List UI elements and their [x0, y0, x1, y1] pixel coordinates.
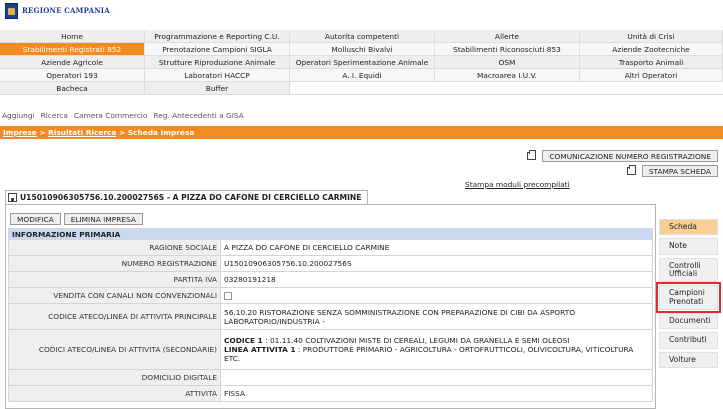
field-label: CODICE ATECO/LINEA DI ATTIVITA PRINCIPAL…	[8, 303, 221, 330]
subnav-ricerca[interactable]: Ricerca	[41, 111, 68, 122]
table-row: DOMICILIO DIGITALE	[8, 369, 653, 386]
menu-row: Aziende Agricole Strutture Riproduzione …	[0, 56, 723, 69]
field-value: A PIZZA DO CAFONE DI CERCIELLO CARMINE	[220, 239, 653, 256]
codice-value: : 01.11.40 COLTIVAZIONI MISTE DI CEREALI…	[262, 336, 570, 345]
field-value: FISSA	[220, 385, 653, 402]
regione-crest-icon	[5, 3, 18, 19]
breadcrumb-current: Scheda Impresa	[127, 128, 195, 137]
field-label: CODICI ATECO/LINEA DI ATTIVITA (SECONDAR…	[8, 329, 221, 370]
menu-row: Home Programmazione e Reporting C.U. Aut…	[0, 30, 723, 43]
menu-item-allerte[interactable]: Allerte	[435, 30, 580, 43]
menu-row: Operatori 193 Laboratori HACCP A. I. Equ…	[0, 69, 723, 82]
menu-item-home[interactable]: Home	[0, 30, 145, 43]
menu-item-buffer[interactable]: Buffer	[145, 82, 290, 95]
company-title-tab: U15010906305756.10.20002756S - A PIZZA D…	[5, 190, 369, 204]
menu-item-macroarea[interactable]: Macroarea I.U.V.	[435, 69, 580, 82]
table-row: CODICE ATECO/LINEA DI ATTIVITA PRINCIPAL…	[8, 303, 653, 330]
menu-item-stabilimenti-853[interactable]: Stabilimenti Riconosciuti 853	[435, 43, 580, 56]
tab-volture[interactable]: Volture	[659, 351, 718, 369]
info-table: INFORMAZIONE PRIMARIA RAGIONE SOCIALE A …	[8, 228, 653, 402]
field-value	[220, 287, 653, 304]
menu-empty	[290, 82, 723, 95]
stampa-moduli-link[interactable]: Stampa moduli precompilati	[465, 180, 570, 189]
subnav-reg-antecedenti[interactable]: Reg. Antecedenti a GISA	[153, 111, 243, 122]
comunicazione-button[interactable]: COMUNICAZIONE NUMERO REGISTRAZIONE	[542, 150, 718, 162]
field-value: 03280191218	[220, 271, 653, 288]
field-label: DOMICILIO DIGITALE	[8, 369, 221, 386]
field-label: PARTITA IVA	[8, 271, 221, 288]
field-label: ATTIVITA	[8, 385, 221, 402]
logo-text: REGIONE CAMPANIA	[22, 6, 110, 15]
table-row: ATTIVITA FISSA	[8, 385, 653, 402]
panel-actions: MODIFICA ELIMINA IMPRESA	[10, 213, 143, 225]
field-value	[220, 369, 653, 386]
company-title: U15010906305756.10.20002756S - A PIZZA D…	[20, 193, 362, 202]
menu-item-altri-operatori[interactable]: Altri Operatori	[580, 69, 723, 82]
sub-navigation: Aggiungi Ricerca Camera Commercio Reg. A…	[0, 111, 244, 122]
field-label: NUMERO REGISTRAZIONE	[8, 255, 221, 272]
codice-label: CODICE 1	[224, 336, 263, 345]
menu-item-laboratori-haccp[interactable]: Laboratori HACCP	[145, 69, 290, 82]
logo-bar: REGIONE CAMPANIA	[0, 0, 723, 26]
section-header-row: INFORMAZIONE PRIMARIA	[8, 228, 653, 240]
menu-item-aziende-agricole[interactable]: Aziende Agricole	[0, 56, 145, 69]
table-row: VENDITA CON CANALI NON CONVENZIONALI	[8, 287, 653, 304]
comunicazione-action: COMUNICAZIONE NUMERO REGISTRAZIONE	[527, 150, 718, 162]
field-value: CODICE 1 : 01.11.40 COLTIVAZIONI MISTE D…	[220, 329, 653, 370]
tab-scheda[interactable]: Scheda	[659, 219, 718, 236]
menu-item-molluschi[interactable]: Molluschi Bivalvi	[290, 43, 435, 56]
menu-item-programmazione[interactable]: Programmazione e Reporting C.U.	[145, 30, 290, 43]
tab-campioni-prenotati[interactable]: Campioni Prenotati	[656, 282, 721, 314]
menu-item-aziende-zootecniche[interactable]: Aziende Zootecniche	[580, 43, 723, 56]
section-header: INFORMAZIONE PRIMARIA	[8, 228, 653, 240]
field-value: 56.10.20 RISTORAZIONE SENZA SOMMINISTRAZ…	[220, 303, 653, 330]
print-icon[interactable]	[626, 165, 636, 175]
breadcrumb-separator: >	[36, 128, 49, 137]
menu-item-osm[interactable]: OSM	[435, 56, 580, 69]
table-row: RAGIONE SOCIALE A PIZZA DO CAFONE DI CER…	[8, 239, 653, 256]
subnav-camera-commercio[interactable]: Camera Commercio	[74, 111, 148, 122]
tab-controlli-ufficiali[interactable]: Controlli Ufficiali	[659, 257, 718, 283]
menu-item-strutture-riproduzione[interactable]: Strutture Riproduzione Animale	[145, 56, 290, 69]
stampa-action: STAMPA SCHEDA	[626, 165, 718, 177]
tab-documenti[interactable]: Documenti	[659, 313, 718, 330]
menu-item-bacheca[interactable]: Bacheca	[0, 82, 145, 95]
table-row: NUMERO REGISTRAZIONE U15010906305756.10.…	[8, 255, 653, 272]
breadcrumb-separator: >	[116, 128, 128, 137]
menu-row: Bacheca Buffer	[0, 82, 723, 95]
building-icon	[8, 193, 17, 202]
tab-note[interactable]: Note	[659, 238, 718, 255]
menu-item-operatori-193[interactable]: Operatori 193	[0, 69, 145, 82]
print-icon[interactable]	[527, 150, 537, 160]
field-label: RAGIONE SOCIALE	[8, 239, 221, 256]
menu-item-stabilimenti-852[interactable]: Stabilimenti Registrati 852	[0, 43, 145, 56]
menu-item-trasporto-animali[interactable]: Trasporto Animali	[580, 56, 723, 69]
breadcrumb-imprese[interactable]: Imprese	[3, 128, 37, 137]
side-tabs: Scheda Note Controlli Ufficiali Campioni…	[656, 219, 721, 371]
table-row: CODICI ATECO/LINEA DI ATTIVITA (SECONDAR…	[8, 329, 653, 370]
field-value: U15010906305756.10.20002756S	[220, 255, 653, 272]
menu-item-unita-crisi[interactable]: Unità di Crisi	[580, 30, 723, 43]
table-row: PARTITA IVA 03280191218	[8, 271, 653, 288]
breadcrumb: Imprese > Risultati Ricerca > Scheda Imp…	[0, 126, 723, 139]
menu-item-prenotazione-campioni[interactable]: Prenotazione Campioni SIGLA	[145, 43, 290, 56]
linea-label: LINEA ATTIVITA 1	[224, 345, 296, 354]
field-label: VENDITA CON CANALI NON CONVENZIONALI	[8, 287, 221, 304]
scheda-panel: MODIFICA ELIMINA IMPRESA INFORMAZIONE PR…	[5, 204, 656, 409]
menu-item-equidi[interactable]: A. I. Equidi	[290, 69, 435, 82]
breadcrumb-risultati[interactable]: Risultati Ricerca	[48, 128, 116, 137]
tab-contributi[interactable]: Contributi	[659, 332, 718, 349]
menu-item-autorita[interactable]: Autorita competenti	[290, 30, 435, 43]
menu-row: Stabilimenti Registrati 852 Prenotazione…	[0, 43, 723, 56]
stampa-scheda-button[interactable]: STAMPA SCHEDA	[641, 165, 718, 177]
vendita-checkbox[interactable]	[224, 292, 232, 300]
modifica-button[interactable]: MODIFICA	[10, 213, 61, 225]
elimina-impresa-button[interactable]: ELIMINA IMPRESA	[63, 213, 143, 225]
main-menu: Home Programmazione e Reporting C.U. Aut…	[0, 30, 723, 95]
subnav-aggiungi[interactable]: Aggiungi	[2, 111, 35, 122]
menu-item-operatori-sperimentazione[interactable]: Operatori Sperimentazione Animale	[290, 56, 435, 69]
